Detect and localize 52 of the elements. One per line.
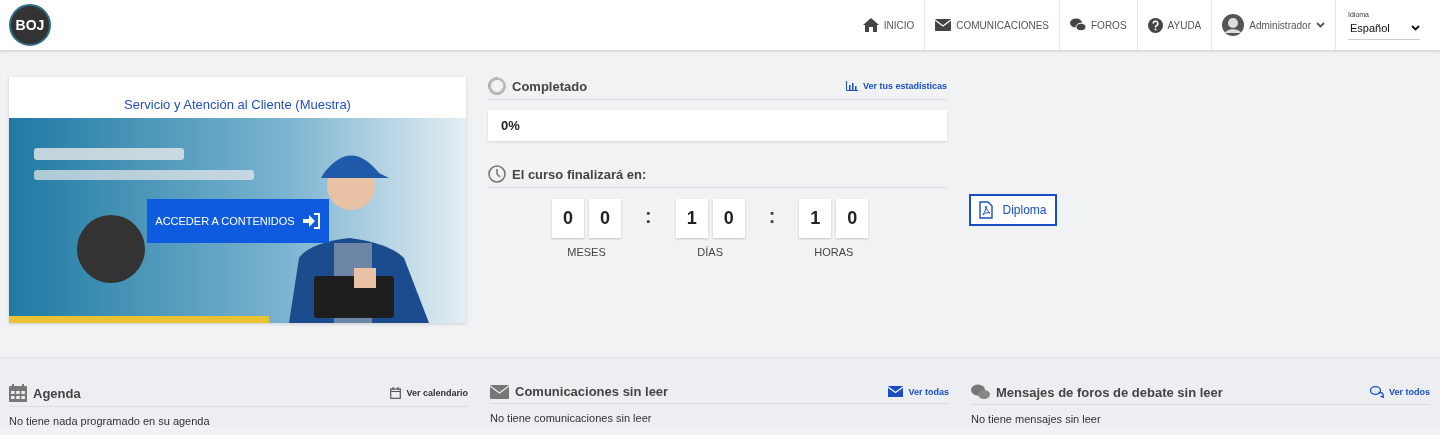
statistics-link[interactable]: Ver tus estadísticas [845,81,947,91]
calendar-icon [9,384,27,402]
bar-chart-icon [845,81,858,91]
calendar-icon [390,387,402,399]
digit-tile: 0 [589,199,621,238]
separator: : [768,205,776,228]
digit-tile: 0 [712,199,745,238]
panel-link[interactable]: Ver calendario [390,387,468,399]
progress-value: 0% [501,118,520,133]
chat-icon [971,384,990,400]
chat-icon [1370,386,1384,398]
nav-link[interactable]: COMUNICACIONES [924,0,1059,50]
course-title[interactable]: Servicio y Atención al Cliente (Muestra) [9,77,466,118]
chevron-icon [1316,22,1325,28]
nav-link[interactable]: FOROS [1059,0,1137,50]
sign-in-icon [302,213,321,229]
digit-tile: 1 [675,199,708,238]
section-title: El curso finalizará en: [512,166,647,182]
unit-label: MESES [567,246,606,258]
nav-link[interactable]: INICIO [852,0,925,50]
digit-tile: 0 [836,199,869,238]
avatar-icon [1222,14,1245,36]
panel-link[interactable]: Ver todos [1370,386,1430,398]
empty-message: No tiene mensajes sin leer [971,413,1102,425]
digit-tile: 1 [799,199,832,238]
digit-tile: 0 [552,199,584,238]
spinner-icon [488,77,506,95]
chevron-icon [1411,24,1420,31]
help-icon [1147,17,1163,33]
logo[interactable]: BOJ [9,4,51,46]
chat-icon [1070,18,1086,32]
unit-label: HORAS [814,246,854,258]
section-title: Completado [512,78,588,94]
panel-title: Mensajes de foros de debate sin leer [996,384,1223,400]
unit-label: DÍAS [697,246,723,258]
panel-title: Agenda [33,385,81,401]
envelope-icon [935,19,952,31]
clock-icon [488,165,506,183]
access-content-button[interactable]: ACCEDER A CONTENIDOS [147,199,329,243]
nav-link[interactable]: Administrador [1211,0,1335,50]
panel-link[interactable]: Ver todas [888,386,949,397]
envelope-icon [888,386,904,397]
diploma-button[interactable]: Diploma [969,194,1057,226]
panel-title: Comunicaciones sin leer [515,384,669,399]
envelope-icon [490,384,509,399]
separator: : [645,205,652,228]
empty-message: No tiene comunicaciones sin leer [490,412,653,424]
home-icon [862,18,879,32]
empty-message: No tiene nada programado en su agenda [9,415,211,427]
nav-link[interactable]: AYUDA [1136,0,1212,50]
pdf-file-icon [979,201,994,219]
language-select[interactable]: Español [1348,17,1420,40]
